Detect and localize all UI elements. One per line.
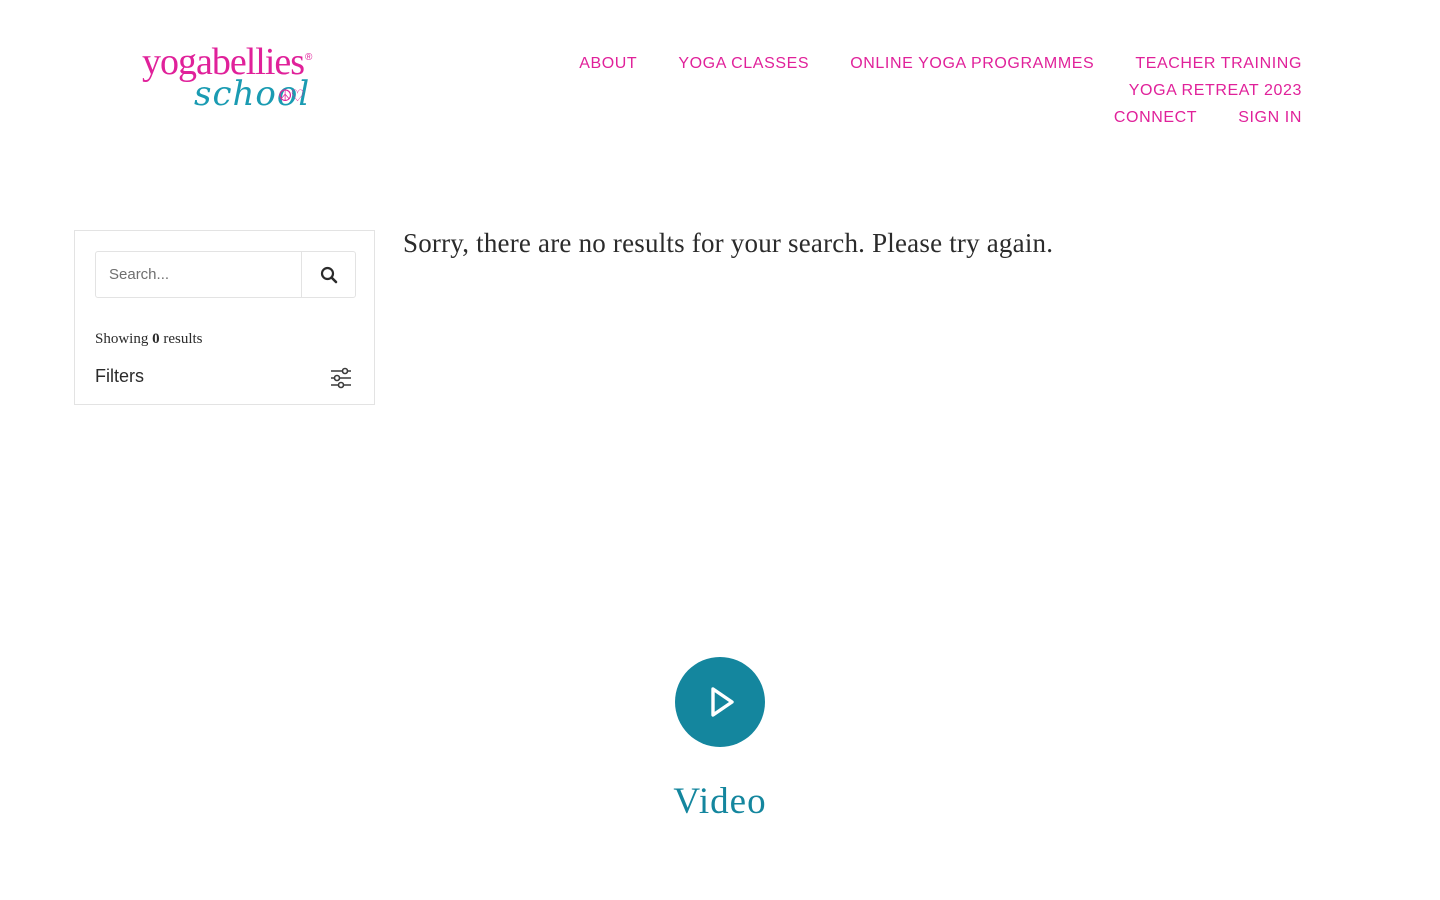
results-count-prefix: Showing	[95, 331, 149, 347]
search-input[interactable]	[96, 252, 301, 297]
nav-item-sign-in[interactable]: SIGN IN	[1238, 104, 1302, 131]
nav-item-yoga-retreat-2023[interactable]: YOGA RETREAT 2023	[1129, 77, 1302, 104]
nav-item-online-yoga-programmes[interactable]: ONLINE YOGA PROGRAMMES	[850, 50, 1094, 77]
nav-item-yoga-classes[interactable]: YOGA CLASSES	[678, 50, 809, 77]
video-label[interactable]: Video	[520, 780, 920, 823]
results-count-suffix: results	[163, 331, 203, 347]
main-navigation: ABOUT YOGA CLASSES ONLINE YOGA PROGRAMME…	[342, 50, 1302, 131]
search-sidebar: Showing 0 results Filters	[74, 230, 375, 405]
search-icon	[320, 266, 337, 283]
site-logo[interactable]: yogabellies ® school ☮♡	[142, 40, 318, 120]
video-play-button[interactable]	[675, 657, 765, 747]
sliders-icon	[331, 367, 351, 389]
play-icon	[711, 687, 734, 717]
nav-item-connect[interactable]: CONNECT	[1114, 104, 1197, 131]
registered-mark: ®	[305, 52, 313, 63]
search-button[interactable]	[301, 252, 355, 297]
page: yogabellies ® school ☮♡ ABOUT YOGA CLASS…	[0, 0, 1440, 900]
logo-peace-heart-icon: ☮♡	[278, 88, 305, 105]
filters-toggle-button[interactable]	[329, 366, 353, 390]
nav-item-teacher-training[interactable]: TEACHER TRAINING	[1135, 50, 1302, 77]
no-results-message: Sorry, there are no results for your sea…	[403, 228, 1054, 258]
search-form	[95, 251, 356, 298]
filters-heading: Filters	[95, 366, 144, 386]
results-count: Showing 0 results	[95, 331, 203, 348]
results-count-value: 0	[152, 331, 160, 347]
nav-item-about[interactable]: ABOUT	[579, 50, 637, 77]
